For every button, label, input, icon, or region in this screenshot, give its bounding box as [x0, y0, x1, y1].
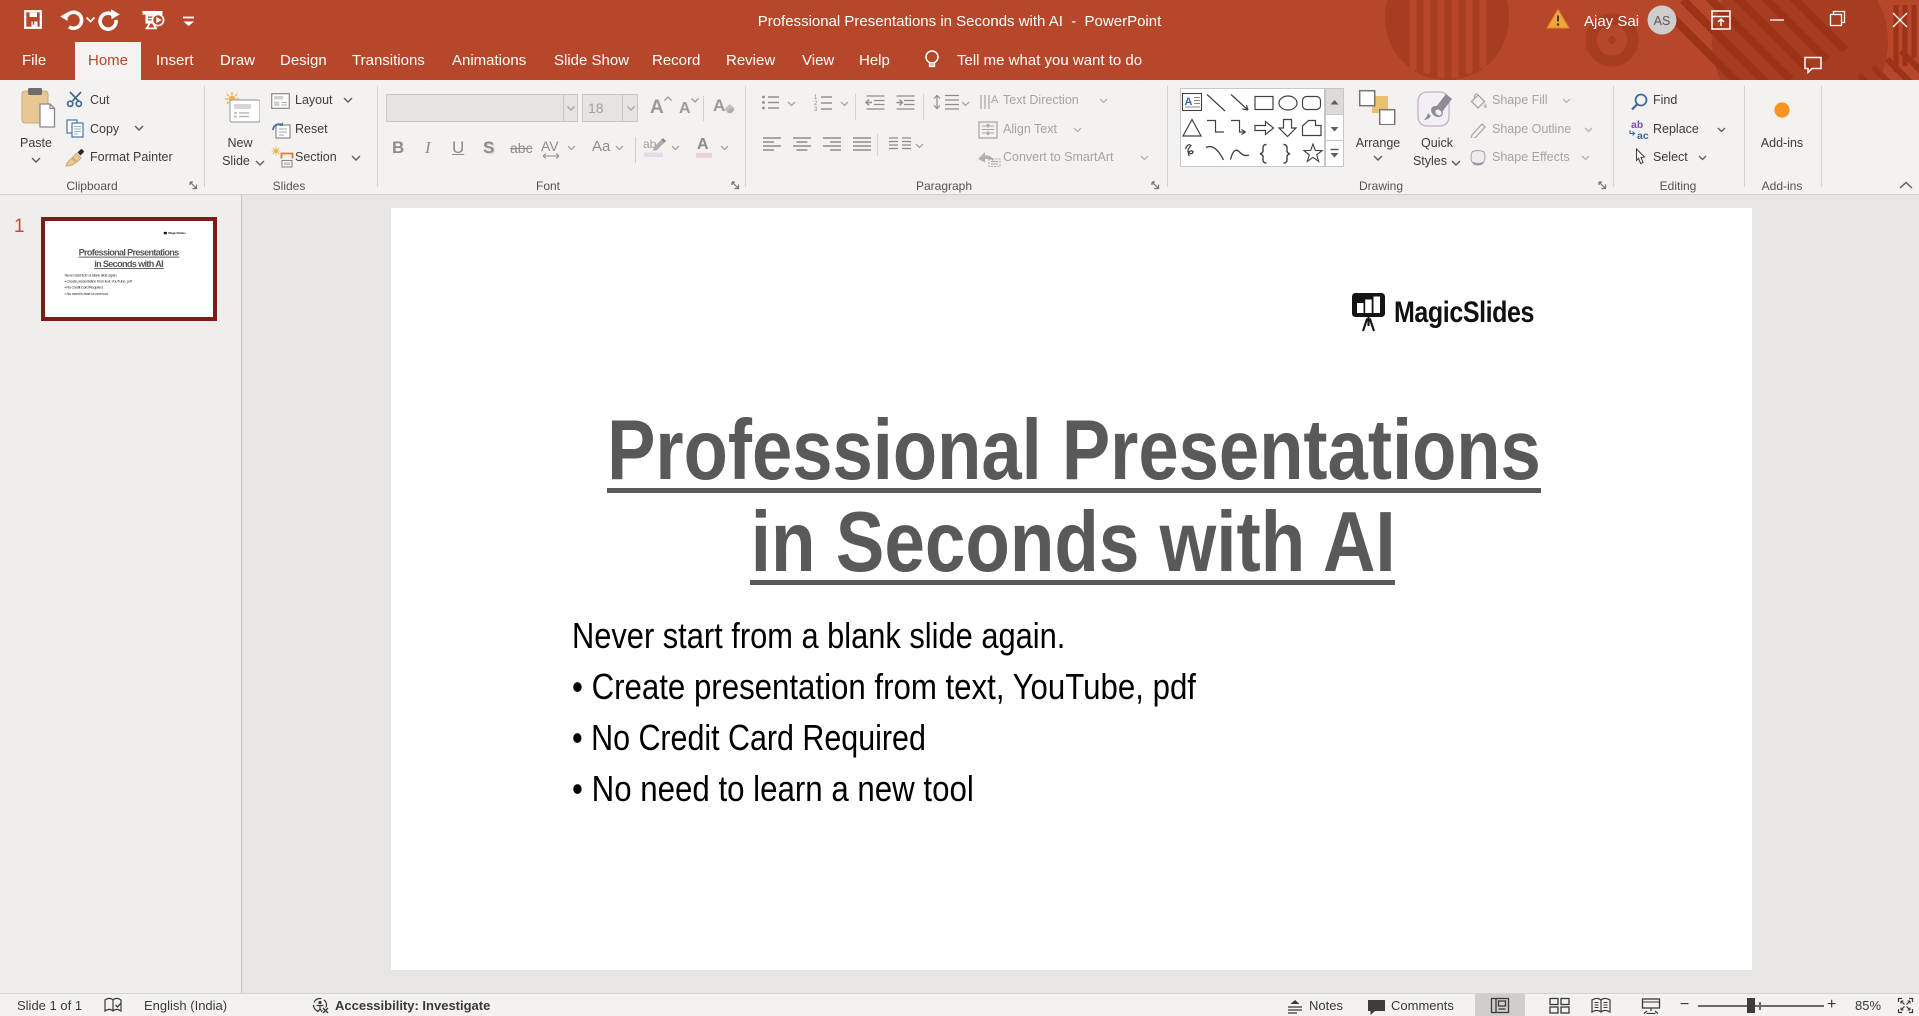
- svg-text:• No need to learn a new tool: • No need to learn a new tool: [65, 291, 109, 296]
- svg-text:in Seconds with AI: in Seconds with AI: [94, 259, 163, 269]
- svg-text:3: 3: [814, 107, 818, 112]
- svg-text:MagicSlides: MagicSlides: [168, 231, 186, 235]
- svg-text:ac: ac: [1637, 130, 1649, 141]
- svg-text:Never start from a blank slide: Never start from a blank slide again.: [65, 272, 118, 277]
- svg-text:A: A: [991, 94, 999, 106]
- svg-text:A: A: [1185, 96, 1193, 108]
- svg-text:• Create presentation from tex: • Create presentation from text, YouTube…: [65, 278, 133, 283]
- svg-text:• No Credit Card Required: • No Credit Card Required: [65, 285, 103, 290]
- svg-text:Professional Presentations: Professional Presentations: [79, 248, 180, 258]
